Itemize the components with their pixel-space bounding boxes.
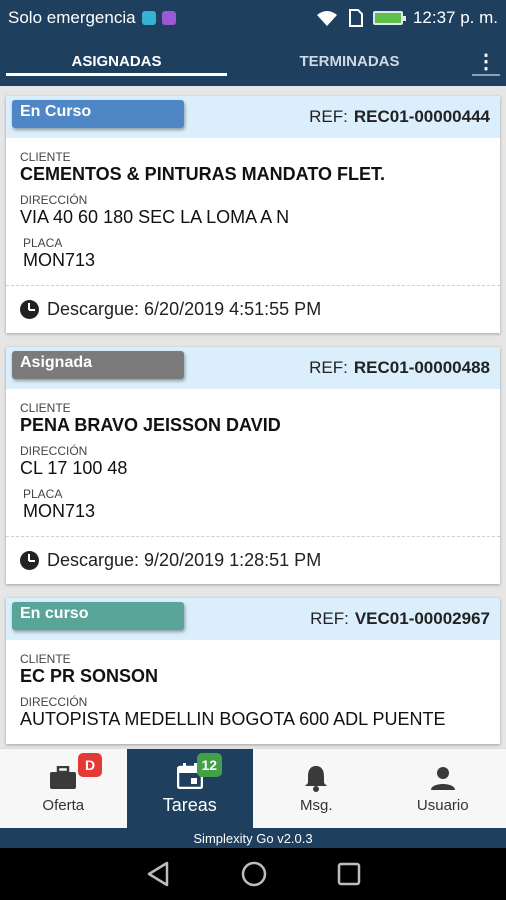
status-badge: Asignada: [12, 351, 184, 379]
nav-tareas[interactable]: 12 Tareas: [126, 749, 253, 828]
user-icon: [430, 763, 456, 793]
bottom-nav: D Oferta 12 Tareas Msg. Usuario: [0, 748, 506, 828]
task-card[interactable]: En curso REF: VEC01-00002967 CLIENTE EC P…: [6, 598, 500, 744]
task-card-header: En Curso REF: REC01-00000444: [6, 96, 500, 138]
wifi-icon: [316, 11, 337, 26]
cliente-value: EC PR SONSON: [20, 666, 159, 686]
cliente-label: CLIENTE: [20, 401, 71, 415]
direccion-label: DIRECCIÓN: [20, 444, 88, 458]
status-badge: En curso: [12, 602, 184, 630]
clock-icon: [20, 551, 39, 570]
ref-label: REF:: [309, 358, 348, 377]
recents-icon[interactable]: [337, 862, 361, 886]
descargue-text: Descargue: 9/20/2019 1:28:51 PM: [47, 550, 322, 570]
task-card-header: En curso REF: VEC01-00002967: [6, 598, 500, 640]
direccion-label: DIRECCIÓN: [20, 193, 88, 207]
sim-icon: [141, 11, 156, 25]
task-card-footer: Descargue: 6/20/2019 4:51:55 PM: [6, 285, 500, 333]
task-card-body: CLIENTE PENA BRAVO JEISSON DAVID DIRECCI…: [6, 389, 500, 536]
android-nav-bar: [0, 848, 506, 900]
descargue-text: Descargue: 6/20/2019 4:51:55 PM: [47, 299, 322, 319]
tab-bar: ASIGNADAS TERMINADAS ⋮: [0, 36, 506, 86]
task-card-header: Asignada REF: REC01-00000488: [6, 347, 500, 389]
cliente-label: CLIENTE: [20, 652, 71, 666]
ref-value: VEC01-00002967: [354, 609, 490, 628]
direccion-value: AUTOPISTA MEDELLIN BOGOTA 600 ADL PUENTE: [20, 709, 446, 729]
tab-asignadas-label: ASIGNADAS: [71, 52, 162, 70]
overflow-glyph: ⋮: [476, 50, 496, 73]
ref-text: REF: VEC01-00002967: [310, 609, 500, 629]
task-list[interactable]: En Curso REF: REC01-00000444 CLIENTE CEME…: [0, 86, 506, 748]
nav-oferta[interactable]: D Oferta: [0, 749, 127, 828]
status-badge: En Curso: [12, 100, 184, 128]
ref-value: REC01-00000488: [353, 358, 490, 377]
nav-tareas-label: Tareas: [162, 795, 217, 815]
task-card[interactable]: En Curso REF: REC01-00000444 CLIENTE CEME…: [6, 96, 500, 333]
tab-terminadas-label: TERMINADAS: [299, 52, 400, 70]
briefcase-icon: [49, 763, 77, 793]
oferta-badge: D: [78, 753, 102, 777]
clock-time: 12:37 p. m.: [412, 8, 498, 27]
tab-terminadas[interactable]: TERMINADAS: [233, 36, 466, 86]
version-text: Simplexity Go v2.0.3: [193, 830, 313, 846]
direccion-label: DIRECCIÓN: [20, 695, 88, 709]
nav-msg[interactable]: Msg.: [253, 749, 380, 828]
carrier-text: Solo emergencia: [8, 8, 136, 27]
bell-icon: [304, 763, 328, 793]
nav-usuario-label: Usuario: [416, 797, 469, 814]
nav-msg-label: Msg.: [299, 797, 333, 814]
direccion-value: CL 17 100 48: [20, 458, 128, 478]
cliente-value: CEMENTOS & PINTURAS MANDATO FLET.: [20, 164, 386, 184]
clock-icon: [20, 300, 39, 319]
nav-usuario[interactable]: Usuario: [380, 749, 506, 828]
task-card-body: CLIENTE CEMENTOS & PINTURAS MANDATO FLET…: [6, 138, 500, 285]
battery-icon: [372, 11, 406, 25]
tareas-badge: 12: [196, 753, 223, 777]
ref-text: REF: REC01-00000444: [309, 107, 500, 127]
sim-card-icon: [348, 9, 363, 27]
overflow-menu-icon[interactable]: ⋮: [466, 36, 506, 86]
ref-text: REF: REC01-00000488: [309, 358, 500, 378]
direccion-value: VIA 40 60 180 SEC LA LOMA A N: [20, 207, 290, 227]
ref-value: REC01-00000444: [353, 107, 490, 126]
placa-value: MON713: [23, 250, 96, 270]
placa-value: MON713: [23, 501, 96, 521]
app-notification-icon: [161, 11, 176, 25]
task-card[interactable]: Asignada REF: REC01-00000488 CLIENTE PENA…: [6, 347, 500, 584]
placa-label: PLACA: [23, 487, 63, 501]
placa-label: PLACA: [23, 236, 63, 250]
cliente-label: CLIENTE: [20, 150, 71, 164]
ref-label: REF:: [309, 107, 348, 126]
status-bar: Solo emergencia 12:37 p. m.: [0, 0, 506, 36]
ref-label: REF:: [310, 609, 349, 628]
task-card-body: CLIENTE EC PR SONSON DIRECCIÓN AUTOPISTA…: [6, 640, 500, 744]
version-bar: Simplexity Go v2.0.3: [0, 828, 506, 848]
task-card-footer: Descargue: 9/20/2019 1:28:51 PM: [6, 536, 500, 584]
nav-oferta-label: Oferta: [42, 797, 85, 814]
back-icon[interactable]: [145, 860, 171, 888]
home-icon[interactable]: [240, 860, 268, 888]
tab-asignadas[interactable]: ASIGNADAS: [0, 36, 233, 86]
cliente-value: PENA BRAVO JEISSON DAVID: [20, 415, 281, 435]
